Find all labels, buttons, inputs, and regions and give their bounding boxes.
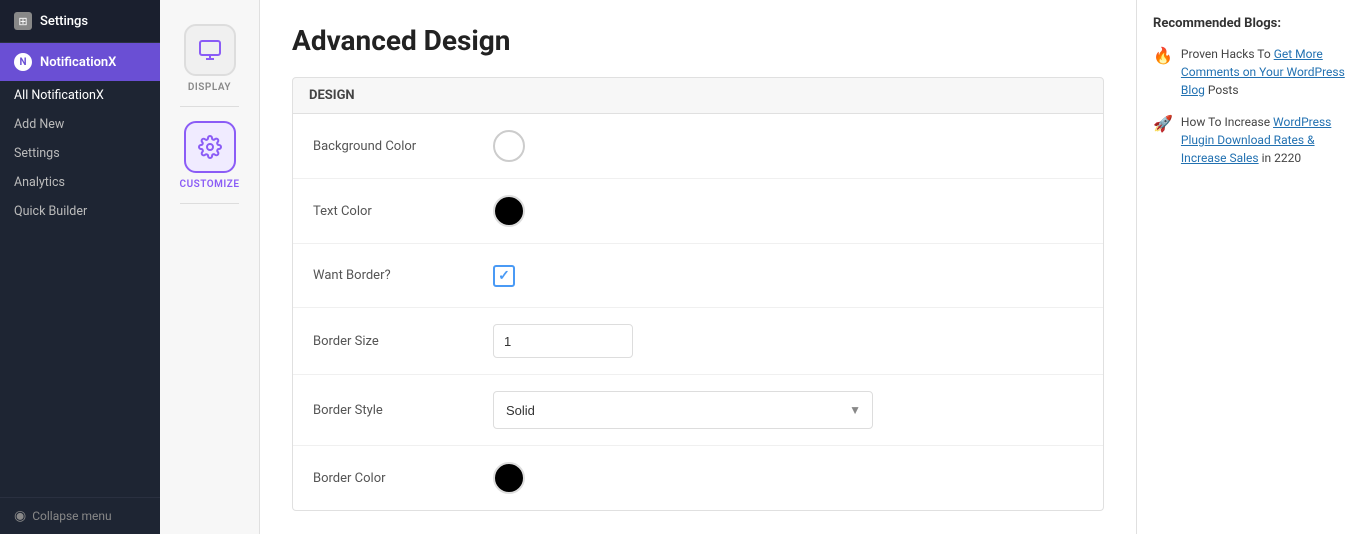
brand-label: NotificationX [40, 55, 116, 70]
fire-icon: 🔥 [1153, 46, 1173, 65]
border-style-wrapper: Solid Dashed Dotted Double None ▼ [493, 391, 873, 429]
right-sidebar: Recommended Blogs: 🔥 Proven Hacks To Get… [1136, 0, 1366, 534]
sidebar-settings-header: ⊞ Settings [0, 0, 160, 43]
border-size-row: Border Size [293, 308, 1103, 375]
sidebar: ⊞ Settings N NotificationX All Notificat… [0, 0, 160, 534]
text-color-control [493, 195, 1083, 227]
collapse-label: Collapse menu [32, 509, 111, 523]
sidebar-brand[interactable]: N NotificationX [0, 43, 160, 81]
border-style-row: Border Style Solid Dashed Dotted Double … [293, 375, 1103, 446]
border-size-control [493, 324, 1083, 358]
monitor-icon [198, 38, 222, 62]
border-size-label: Border Size [313, 334, 493, 349]
recommended-blogs-title: Recommended Blogs: [1153, 16, 1350, 31]
blog-link-0[interactable]: Get More Comments on Your WordPress Blog [1181, 47, 1345, 97]
step-customize[interactable]: CUSTOMIZE [160, 107, 259, 204]
background-color-row: Background Color [293, 114, 1103, 179]
border-style-label: Border Style [313, 403, 493, 418]
brand-icon: N [14, 53, 32, 71]
want-border-control: ✓ [493, 265, 1083, 287]
blog-item-1: 🚀 How To Increase WordPress Plugin Downl… [1153, 113, 1350, 167]
want-border-checkbox[interactable]: ✓ [493, 265, 515, 287]
background-color-label: Background Color [313, 139, 493, 154]
border-color-row: Border Color [293, 446, 1103, 510]
text-color-swatch[interactable] [493, 195, 525, 227]
background-color-control [493, 130, 1083, 162]
collapse-icon: ◉ [14, 508, 26, 524]
design-section-title: DESIGN [292, 77, 1104, 114]
want-border-label: Want Border? [313, 268, 493, 283]
border-style-select[interactable]: Solid Dashed Dotted Double None [493, 391, 873, 429]
border-color-control [493, 462, 1083, 494]
sidebar-item-quick-builder[interactable]: Quick Builder [0, 197, 160, 226]
step-display[interactable]: DISPLAY [160, 10, 259, 107]
sidebar-item-all-notificationx[interactable]: All NotificationX [0, 81, 160, 110]
display-icon-circle [184, 24, 236, 76]
main-area: DISPLAY CUSTOMIZE Advanced Design DESIGN… [160, 0, 1366, 534]
step-customize-label: CUSTOMIZE [180, 179, 240, 190]
collapse-menu-button[interactable]: ◉ Collapse menu [0, 497, 160, 534]
border-color-swatch[interactable] [493, 462, 525, 494]
rocket-icon: 🚀 [1153, 114, 1173, 133]
want-border-row: Want Border? ✓ [293, 244, 1103, 308]
border-size-input[interactable] [493, 324, 633, 358]
border-style-control: Solid Dashed Dotted Double None ▼ [493, 391, 1083, 429]
sidebar-item-analytics[interactable]: Analytics [0, 168, 160, 197]
settings-label: Settings [40, 14, 88, 29]
text-color-row: Text Color [293, 179, 1103, 244]
checkmark-icon: ✓ [498, 268, 510, 284]
page-title: Advanced Design [292, 24, 1104, 57]
border-color-label: Border Color [313, 471, 493, 486]
text-color-label: Text Color [313, 204, 493, 219]
customize-icon-circle [184, 121, 236, 173]
steps-panel: DISPLAY CUSTOMIZE [160, 0, 260, 534]
content-panel: Advanced Design DESIGN Background Color … [260, 0, 1136, 534]
blog-text-1: How To Increase WordPress Plugin Downloa… [1181, 113, 1350, 167]
step-display-label: DISPLAY [188, 82, 231, 93]
gear-icon [198, 135, 222, 159]
sidebar-item-add-new[interactable]: Add New [0, 110, 160, 139]
blog-item-0: 🔥 Proven Hacks To Get More Comments on Y… [1153, 45, 1350, 99]
design-form: Background Color Text Color Want Border?… [292, 114, 1104, 511]
grid-icon: ⊞ [14, 12, 32, 30]
background-color-swatch[interactable] [493, 130, 525, 162]
sidebar-item-settings[interactable]: Settings [0, 139, 160, 168]
blog-text-0: Proven Hacks To Get More Comments on You… [1181, 45, 1350, 99]
blog-link-1[interactable]: WordPress Plugin Download Rates & Increa… [1181, 115, 1331, 165]
